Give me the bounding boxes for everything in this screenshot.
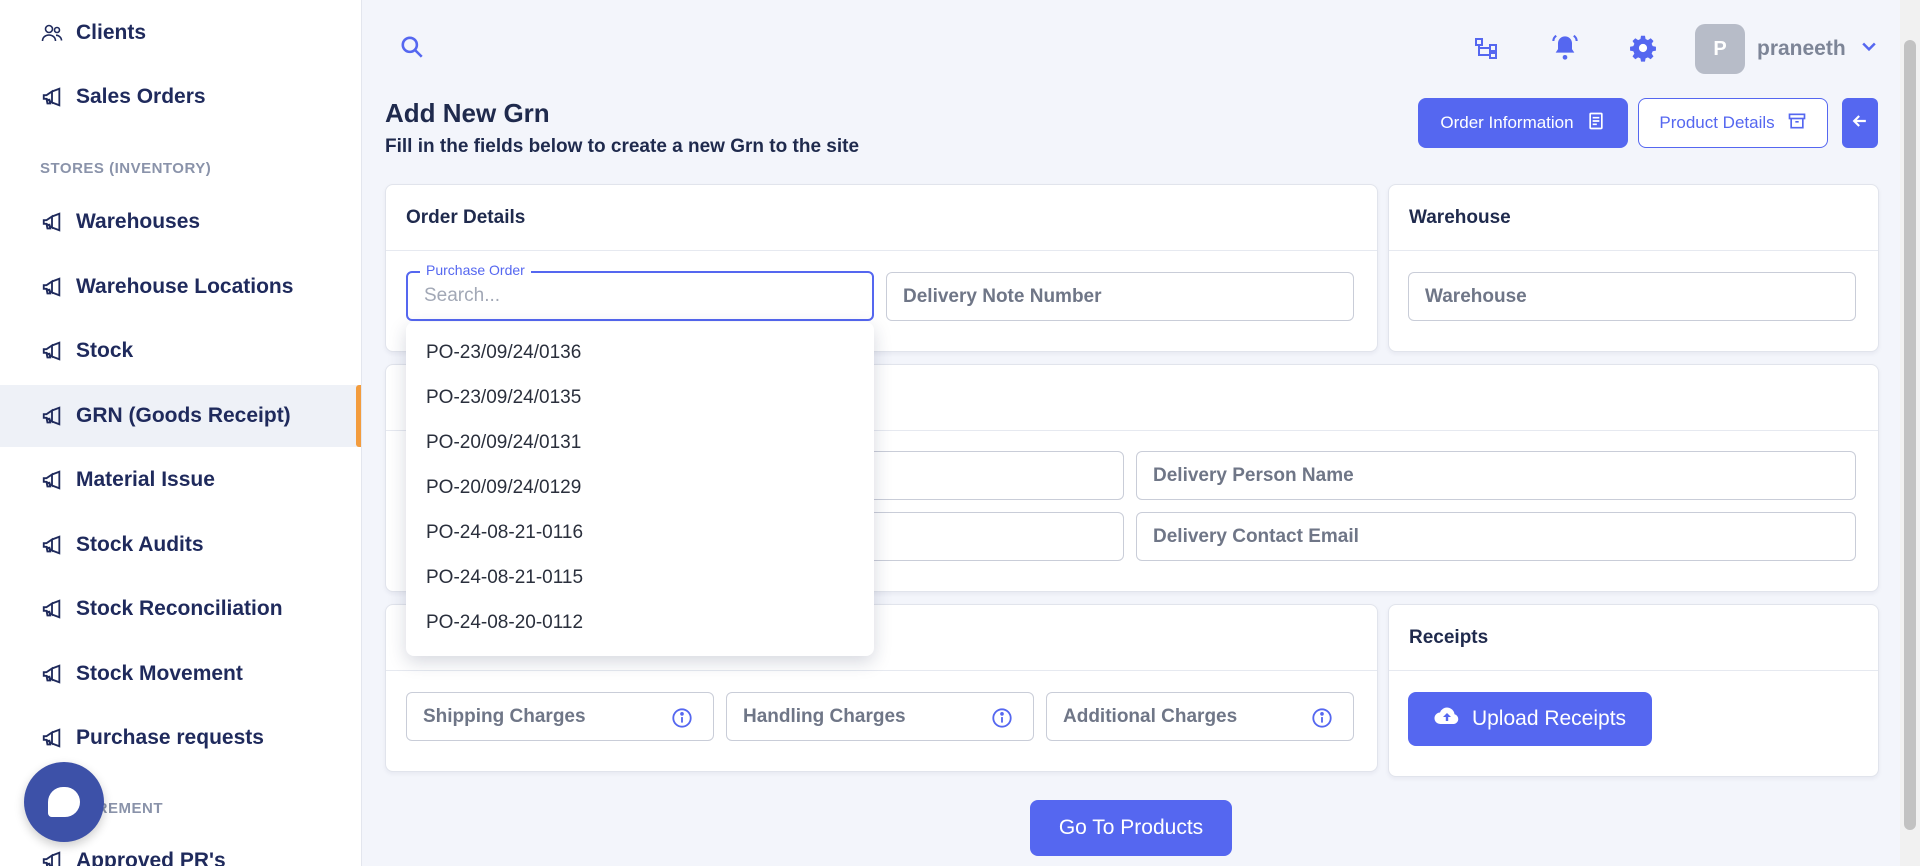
megaphone-icon [40, 726, 64, 750]
dropdown-option[interactable]: PO-23/09/24/0135 [406, 375, 874, 420]
warehouse-placeholder: Warehouse [1425, 285, 1527, 307]
main-content: P praneeth Add New Grn Fill in the field… [363, 0, 1899, 866]
users-icon [40, 21, 64, 45]
sidebar-item-clients[interactable]: Clients [0, 2, 361, 64]
dropdown-option[interactable]: PO-20/09/24/0129 [406, 465, 874, 510]
scrollbar-thumb[interactable] [1904, 40, 1916, 830]
sidebar-item-label: GRN (Goods Receipt) [76, 404, 291, 427]
info-icon[interactable] [671, 707, 693, 729]
sidebar-item-label: Clients [76, 21, 147, 44]
delivery-contact-email-field[interactable]: Delivery Contact Email [1136, 512, 1856, 561]
page-subtitle: Fill in the fields below to create a new… [385, 136, 860, 157]
warehouse-card: Warehouse [1388, 184, 1879, 352]
sidebar-item-material-issue[interactable]: Material Issue [0, 449, 361, 511]
sidebar-item-label: Material Issue [76, 468, 215, 491]
megaphone-icon [40, 275, 64, 299]
delivery-contact-email-placeholder: Delivery Contact Email [1153, 525, 1359, 547]
delivery-person-name-field[interactable]: Delivery Person Name [1136, 451, 1856, 500]
dropdown-option[interactable]: PO-24-08-21-0115 [406, 555, 874, 600]
hierarchy-icon[interactable] [1472, 34, 1500, 62]
section-label-stores: STORES (INVENTORY) [40, 160, 212, 177]
avatar[interactable]: P [1695, 24, 1745, 74]
sidebar-item-label: Sales Orders [76, 85, 206, 108]
purchase-order-search[interactable]: Purchase Order [406, 262, 874, 321]
dropdown-option[interactable]: PO-24-08-21-0116 [406, 510, 874, 555]
megaphone-icon [40, 339, 64, 363]
sidebar-item-stock[interactable]: Stock [0, 320, 361, 382]
sidebar-item-grn[interactable]: GRN (Goods Receipt) [0, 385, 361, 447]
archive-icon [1787, 111, 1807, 136]
sidebar-item-label: Stock [76, 339, 134, 362]
go-to-products-button[interactable]: Go To Products [1030, 800, 1232, 856]
sidebar-item-label: Stock Movement [76, 662, 243, 685]
megaphone-icon [40, 404, 64, 428]
megaphone-icon [40, 662, 64, 686]
search-icon[interactable] [399, 34, 425, 60]
megaphone-icon [40, 533, 64, 557]
info-icon[interactable] [1311, 707, 1333, 729]
topbar: P praneeth [363, 0, 1899, 96]
purchase-order-label: Purchase Order [420, 262, 531, 278]
sidebar-item-label: Stock Reconciliation [76, 597, 283, 620]
chat-widget-button[interactable] [24, 762, 104, 842]
megaphone-icon [40, 468, 64, 492]
chat-icon [48, 787, 80, 817]
sidebar-item-label: Stock Audits [76, 533, 204, 556]
page-title: Add New Grn [385, 98, 550, 128]
cloud-upload-icon [1434, 705, 1460, 733]
product-details-button[interactable]: Product Details [1638, 98, 1828, 148]
purchase-order-input[interactable] [424, 285, 828, 307]
purchase-order-dropdown: PO-23/09/24/0136 PO-23/09/24/0135 PO-20/… [406, 322, 874, 656]
sidebar-item-label: Warehouses [76, 210, 201, 233]
receipt-icon [1586, 111, 1606, 136]
sidebar-item-sales-orders[interactable]: Sales Orders [0, 66, 361, 128]
username[interactable]: praneeth [1757, 37, 1846, 61]
order-information-button[interactable]: Order Information [1418, 98, 1628, 148]
dropdown-option[interactable]: PO-20/09/24/0131 [406, 420, 874, 465]
info-icon[interactable] [991, 707, 1013, 729]
sidebar-item-purchase-requests[interactable]: Purchase requests [0, 707, 361, 769]
chevron-down-icon[interactable] [1859, 36, 1879, 56]
gear-icon[interactable] [1629, 34, 1657, 62]
delivery-person-name-placeholder: Delivery Person Name [1153, 464, 1354, 486]
sidebar-item-label: Approved PR's [76, 849, 226, 866]
delivery-note-placeholder: Delivery Note Number [903, 285, 1102, 307]
back-button[interactable] [1842, 98, 1878, 148]
sidebar: Clients Sales Orders STORES (INVENTORY) … [0, 0, 362, 866]
dropdown-option[interactable]: PO-24-08-20-0112 [406, 600, 874, 645]
megaphone-icon [40, 210, 64, 234]
arrow-left-icon [1850, 111, 1870, 136]
delivery-note-number-field[interactable]: Delivery Note Number [886, 272, 1354, 321]
additional-charges-field[interactable]: Additional Charges [1046, 692, 1354, 741]
dropdown-option[interactable]: PO-23/09/24/0136 [406, 330, 874, 375]
order-details-title: Order Details [386, 185, 1377, 251]
warehouse-field[interactable]: Warehouse [1408, 272, 1856, 321]
shipping-charges-field[interactable]: Shipping Charges [406, 692, 714, 741]
shipping-charges-placeholder: Shipping Charges [423, 705, 586, 727]
sidebar-item-stock-audits[interactable]: Stock Audits [0, 514, 361, 576]
sidebar-item-warehouse-locations[interactable]: Warehouse Locations [0, 256, 361, 318]
additional-charges-placeholder: Additional Charges [1063, 705, 1238, 727]
sidebar-item-stock-movement[interactable]: Stock Movement [0, 643, 361, 705]
sidebar-item-label: Purchase requests [76, 726, 264, 749]
handling-charges-placeholder: Handling Charges [743, 705, 906, 727]
sidebar-item-stock-reconciliation[interactable]: Stock Reconciliation [0, 578, 361, 640]
order-information-label: Order Information [1440, 113, 1574, 132]
receipts-card: Receipts [1388, 604, 1879, 777]
sidebar-item-warehouses[interactable]: Warehouses [0, 191, 361, 253]
product-details-label: Product Details [1659, 113, 1775, 132]
handling-charges-field[interactable]: Handling Charges [726, 692, 1034, 741]
upload-receipts-label: Upload Receipts [1471, 707, 1627, 730]
megaphone-icon [40, 85, 64, 109]
megaphone-icon [40, 597, 64, 621]
megaphone-icon [40, 849, 64, 866]
upload-receipts-button[interactable]: Upload Receipts [1408, 692, 1652, 746]
sidebar-item-label: Warehouse Locations [76, 275, 294, 298]
bell-icon[interactable] [1551, 34, 1579, 62]
warehouse-title: Warehouse [1389, 185, 1878, 251]
receipts-title: Receipts [1389, 605, 1878, 671]
